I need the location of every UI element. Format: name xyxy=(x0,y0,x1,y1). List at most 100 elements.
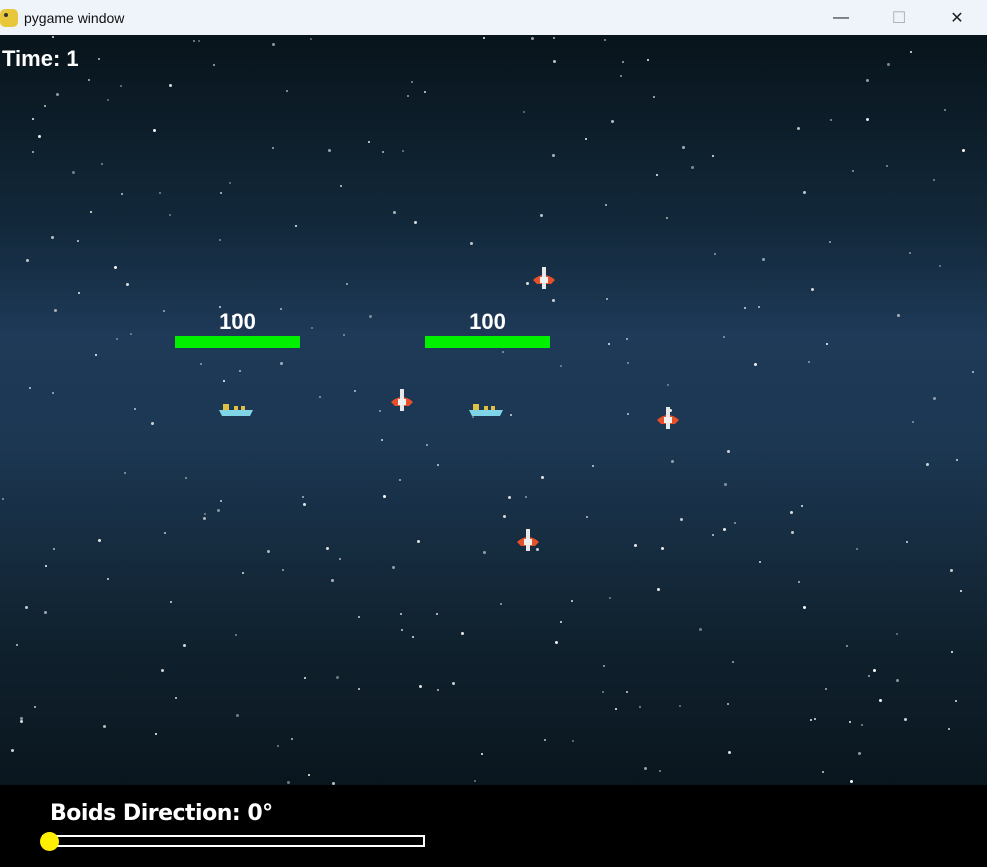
star xyxy=(560,364,563,367)
star xyxy=(100,163,103,166)
window-title: pygame window xyxy=(24,9,125,26)
star xyxy=(106,98,109,101)
star xyxy=(183,643,187,647)
star xyxy=(470,242,474,246)
star xyxy=(808,360,811,363)
star xyxy=(679,517,683,521)
star xyxy=(419,684,423,688)
star xyxy=(474,780,477,783)
star xyxy=(53,547,56,550)
star xyxy=(938,264,941,267)
star xyxy=(159,191,162,194)
star xyxy=(530,37,534,41)
star xyxy=(228,181,231,184)
star xyxy=(666,384,669,387)
star xyxy=(437,689,440,692)
star xyxy=(11,749,15,753)
fighter-icon xyxy=(517,529,539,551)
star xyxy=(905,541,908,544)
star xyxy=(279,362,283,366)
star xyxy=(829,118,832,121)
health-value: 100 xyxy=(219,309,256,334)
star xyxy=(850,779,854,783)
star xyxy=(682,145,686,149)
star xyxy=(728,751,732,755)
star xyxy=(281,569,284,572)
star xyxy=(634,543,638,547)
star xyxy=(235,633,238,636)
star xyxy=(54,309,58,313)
star xyxy=(824,688,827,691)
star xyxy=(896,314,900,318)
health-bar xyxy=(175,336,300,348)
star xyxy=(886,62,890,66)
star xyxy=(660,546,664,550)
star xyxy=(789,511,793,515)
star xyxy=(160,669,164,672)
star xyxy=(52,392,55,395)
star xyxy=(950,650,953,653)
star xyxy=(133,408,136,411)
star xyxy=(690,166,694,170)
direction-slider-knob[interactable] xyxy=(40,832,59,851)
slider-label: Boids Direction: 0° xyxy=(50,801,273,826)
star xyxy=(222,379,225,382)
star xyxy=(339,557,342,560)
star xyxy=(238,369,241,372)
star xyxy=(294,224,297,227)
star xyxy=(797,581,800,584)
star xyxy=(809,719,812,722)
star xyxy=(646,58,649,61)
direction-slider-track[interactable] xyxy=(42,835,425,847)
star xyxy=(335,676,339,680)
star xyxy=(219,191,222,194)
star xyxy=(393,211,397,215)
star xyxy=(866,118,870,122)
star xyxy=(855,548,858,551)
star xyxy=(949,568,953,572)
star xyxy=(310,38,313,41)
star xyxy=(202,517,206,521)
star xyxy=(126,283,130,287)
star xyxy=(639,705,642,708)
star xyxy=(267,549,271,553)
star xyxy=(802,605,806,609)
star xyxy=(551,153,555,157)
star xyxy=(552,36,555,39)
star xyxy=(286,89,289,92)
star xyxy=(174,696,177,699)
star xyxy=(644,767,648,771)
pygame-icon xyxy=(0,8,18,27)
star xyxy=(242,571,245,574)
star xyxy=(417,540,421,544)
star xyxy=(961,149,965,153)
star xyxy=(525,281,529,285)
close-button[interactable]: ✕ xyxy=(928,0,986,35)
star xyxy=(956,458,959,461)
maximize-button[interactable]: ☐ xyxy=(870,0,928,35)
star xyxy=(620,74,623,77)
star xyxy=(411,635,414,638)
star xyxy=(544,738,547,741)
star xyxy=(77,239,80,242)
star xyxy=(44,564,47,567)
star xyxy=(508,495,511,499)
star xyxy=(502,515,506,519)
star xyxy=(436,612,439,615)
minimize-button[interactable]: — xyxy=(812,0,870,35)
star xyxy=(866,78,870,82)
star xyxy=(614,708,617,711)
star xyxy=(605,203,608,206)
star xyxy=(626,413,629,416)
star xyxy=(625,337,628,340)
star xyxy=(825,342,828,345)
star xyxy=(218,239,221,242)
star xyxy=(369,315,373,319)
star xyxy=(524,495,527,498)
game-canvas[interactable]: Time: 1 100 100 xyxy=(0,35,987,785)
star xyxy=(860,723,863,726)
star xyxy=(401,150,404,153)
star xyxy=(802,190,806,194)
star xyxy=(972,370,975,373)
time-display: Time: 1 xyxy=(2,46,79,71)
